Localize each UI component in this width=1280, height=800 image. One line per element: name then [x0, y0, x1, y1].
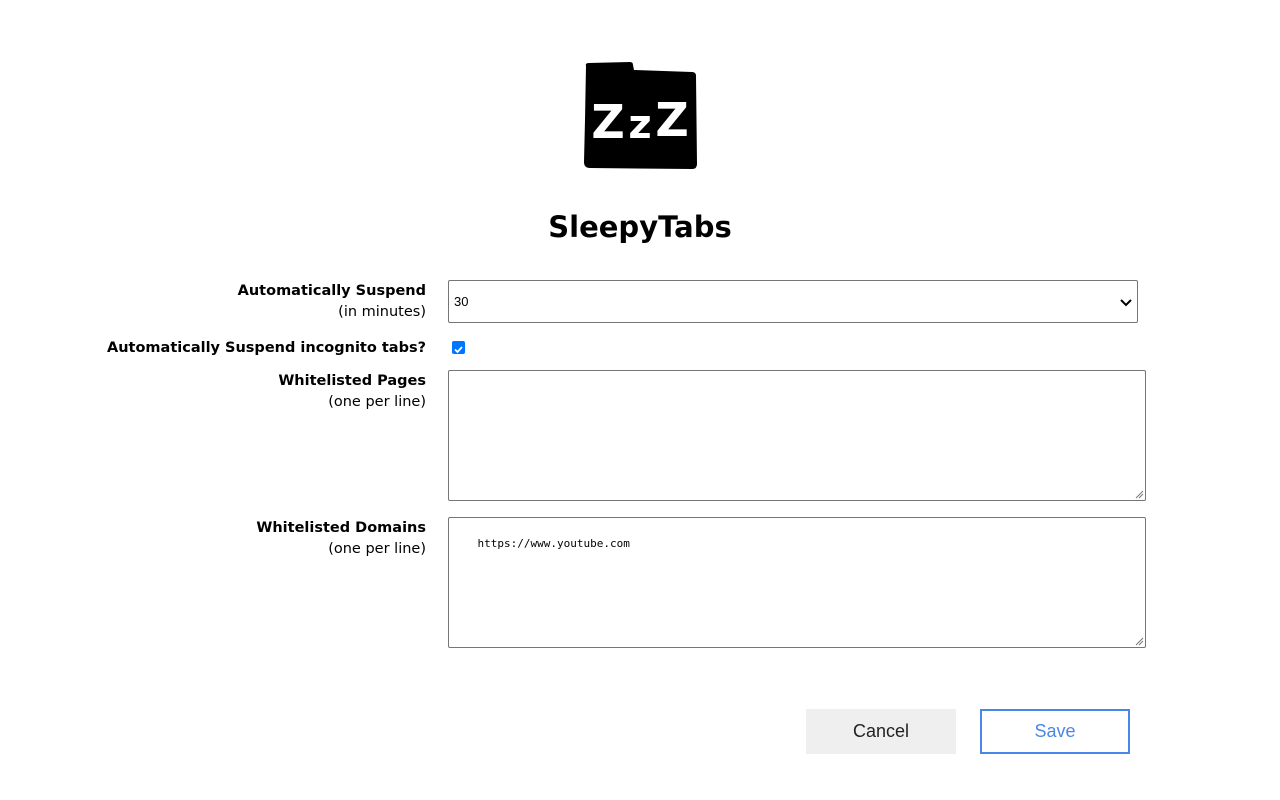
auto-suspend-sublabel: (in minutes): [338, 304, 426, 320]
whitelisted-domains-label: Whitelisted Domains (one per line): [256, 518, 426, 560]
whitelisted-pages-textarea[interactable]: [448, 370, 1146, 501]
logo-letter: Z: [591, 95, 624, 149]
resize-grip-icon[interactable]: [1135, 637, 1144, 646]
chevron-down-icon: [1120, 299, 1132, 307]
options-page: ZzZ SleepyTabs Automatically Suspend (in…: [0, 0, 1280, 800]
whitelisted-pages-label: Whitelisted Pages (one per line): [278, 371, 426, 413]
auto-suspend-select[interactable]: 30: [448, 280, 1138, 323]
incognito-label: Automatically Suspend incognito tabs?: [107, 338, 426, 359]
incognito-label-text: Automatically Suspend incognito tabs?: [106, 340, 426, 356]
zzz-folder-icon: ZzZ: [584, 62, 697, 169]
whitelisted-domains-sublabel: (one per line): [328, 541, 426, 557]
incognito-checkbox[interactable]: [452, 341, 465, 354]
whitelisted-domains-label-text: Whitelisted Domains: [256, 520, 426, 536]
whitelisted-pages-sublabel: (one per line): [328, 394, 426, 410]
page-title: SleepyTabs: [548, 210, 732, 244]
resize-grip-icon[interactable]: [1135, 490, 1144, 499]
whitelisted-domains-value: https://www.youtube.com: [477, 537, 630, 550]
save-button[interactable]: Save: [980, 709, 1130, 754]
whitelisted-pages-label-text: Whitelisted Pages: [278, 373, 426, 389]
logo-letter: z: [628, 102, 651, 148]
auto-suspend-value: 30: [454, 294, 469, 309]
auto-suspend-label-text: Automatically Suspend: [237, 283, 426, 299]
whitelisted-domains-textarea[interactable]: https://www.youtube.com: [448, 517, 1146, 648]
cancel-button[interactable]: Cancel: [806, 709, 956, 754]
auto-suspend-label: Automatically Suspend (in minutes): [238, 281, 426, 323]
checkmark-icon: [454, 346, 463, 354]
logo-letter: Z: [655, 93, 688, 147]
